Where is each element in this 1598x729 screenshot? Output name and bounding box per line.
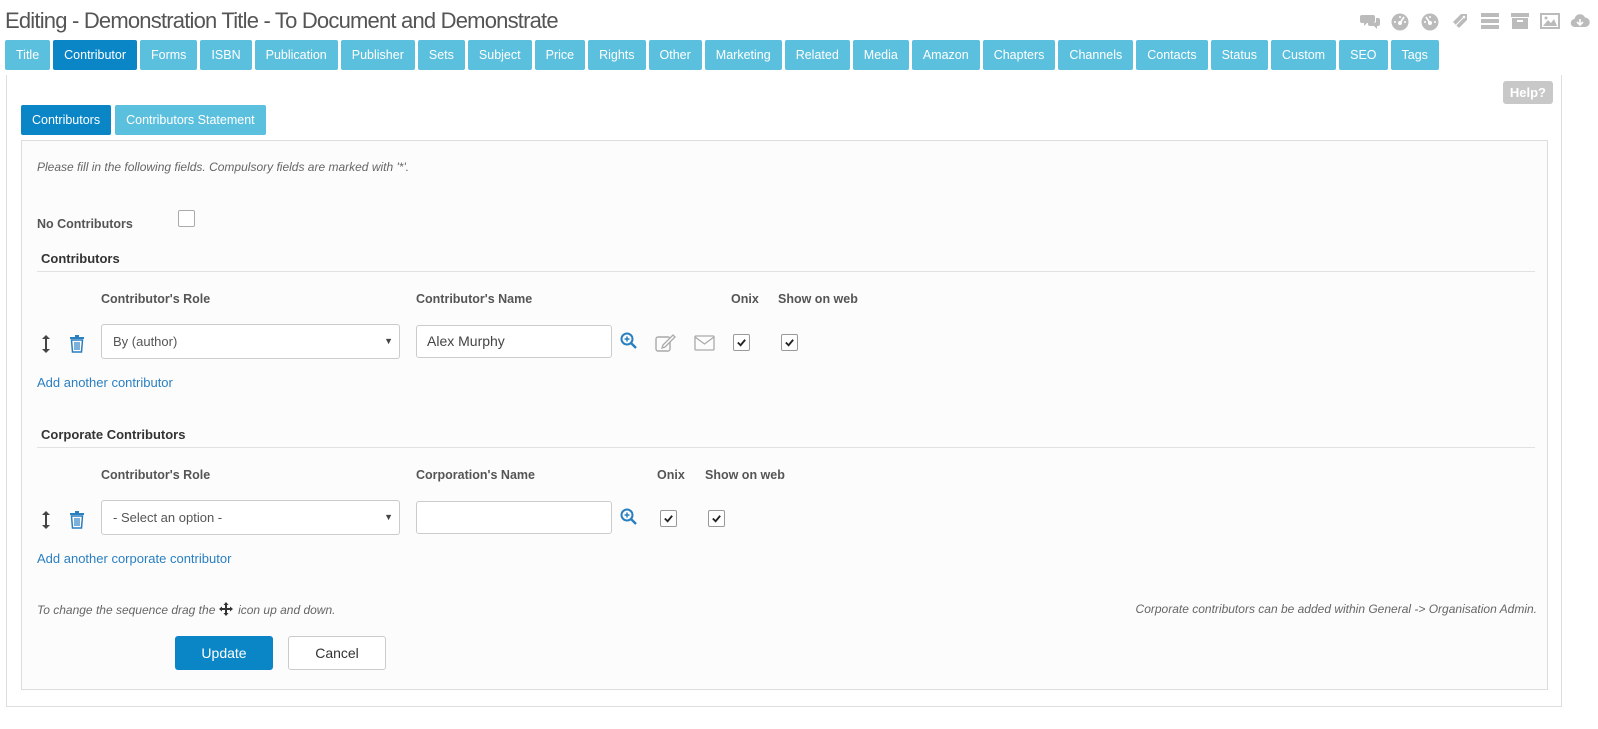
corporate-admin-note: Corporate contributors can be added with… bbox=[1135, 602, 1537, 616]
chevron-down-icon: ▼ bbox=[384, 336, 393, 346]
page-title: Editing - Demonstration Title - To Docum… bbox=[5, 8, 559, 33]
drag-sequence-note-b: icon up and down. bbox=[238, 603, 336, 617]
tab-chapters[interactable]: Chapters bbox=[982, 40, 1056, 70]
tab-forms[interactable]: Forms bbox=[140, 40, 198, 70]
list-icon[interactable] bbox=[1480, 11, 1500, 31]
add-contributor-link[interactable]: Add another contributor bbox=[37, 375, 173, 390]
contributors-section-title: Contributors bbox=[41, 251, 120, 266]
lookup-search-icon[interactable] bbox=[619, 331, 637, 349]
tab-channels[interactable]: Channels bbox=[1058, 40, 1134, 70]
cancel-button[interactable]: Cancel bbox=[288, 636, 386, 670]
contributors-panel: Please fill in the following fields. Com… bbox=[21, 140, 1548, 690]
tab-publisher[interactable]: Publisher bbox=[340, 40, 415, 70]
tab-media[interactable]: Media bbox=[852, 40, 909, 70]
drag-sequence-note-a: To change the sequence drag the bbox=[37, 603, 216, 617]
contributor-role-header: Contributor's Role bbox=[101, 292, 211, 306]
dashboard-icon[interactable] bbox=[1390, 11, 1410, 31]
tab-custom[interactable]: Custom bbox=[1271, 40, 1337, 70]
corporate-role-value: - Select an option - bbox=[113, 510, 223, 525]
form-intro-note: Please fill in the following fields. Com… bbox=[37, 160, 410, 174]
chevron-down-icon: ▼ bbox=[384, 512, 393, 522]
corporate-show-web-checkbox[interactable] bbox=[708, 510, 725, 527]
main-tabs: Title Contributor Forms ISBN Publication… bbox=[5, 40, 1439, 70]
corporate-onix-checkbox[interactable] bbox=[660, 510, 677, 527]
add-corporate-contributor-link[interactable]: Add another corporate contributor bbox=[37, 551, 231, 566]
tab-sets[interactable]: Sets bbox=[417, 40, 465, 70]
tab-seo[interactable]: SEO bbox=[1339, 40, 1388, 70]
corporate-role-select[interactable]: - Select an option - ▼ bbox=[101, 500, 400, 535]
sub-tabs: Contributors Contributors Statement bbox=[21, 105, 266, 135]
tab-title[interactable]: Title bbox=[5, 40, 51, 70]
subtab-contributors-statement[interactable]: Contributors Statement bbox=[115, 105, 266, 135]
tab-subject[interactable]: Subject bbox=[467, 40, 532, 70]
tab-content: Help? Contributors Contributors Statemen… bbox=[6, 75, 1562, 707]
contributor-name-field[interactable]: Alex Murphy bbox=[416, 325, 612, 358]
corporate-show-web-header: Show on web bbox=[705, 468, 785, 482]
contributor-role-value: By (author) bbox=[113, 334, 178, 349]
corporate-name-header: Corporation's Name bbox=[416, 468, 535, 482]
tab-other[interactable]: Other bbox=[648, 40, 702, 70]
image-icon[interactable] bbox=[1540, 11, 1560, 31]
contributor-show-web-header: Show on web bbox=[778, 292, 858, 306]
move-icon bbox=[218, 602, 235, 616]
corporate-role-header: Contributor's Role bbox=[101, 468, 211, 482]
tab-contacts[interactable]: Contacts bbox=[1136, 40, 1208, 70]
contributor-show-web-checkbox[interactable] bbox=[781, 334, 798, 351]
help-button[interactable]: Help? bbox=[1502, 81, 1553, 104]
tag-icon[interactable] bbox=[1450, 11, 1470, 31]
tab-contributor[interactable]: Contributor bbox=[53, 40, 137, 70]
divider bbox=[37, 271, 1535, 272]
drag-sequence-note: To change the sequence drag the icon up … bbox=[37, 602, 335, 617]
contributor-role-select[interactable]: By (author) ▼ bbox=[101, 324, 400, 359]
tab-marketing[interactable]: Marketing bbox=[704, 40, 782, 70]
tab-related[interactable]: Related bbox=[784, 40, 850, 70]
no-contributors-label: No Contributors bbox=[37, 217, 133, 231]
tab-isbn[interactable]: ISBN bbox=[200, 40, 252, 70]
dashboard-alt-icon[interactable] bbox=[1420, 11, 1440, 31]
tab-publication[interactable]: Publication bbox=[254, 40, 338, 70]
cloud-download-icon[interactable] bbox=[1570, 11, 1590, 31]
tab-status[interactable]: Status bbox=[1210, 40, 1269, 70]
drag-handle-icon[interactable] bbox=[40, 333, 52, 355]
contributor-onix-header: Onix bbox=[731, 292, 759, 306]
no-contributors-checkbox[interactable] bbox=[178, 210, 195, 227]
trash-icon[interactable] bbox=[68, 334, 86, 354]
trash-icon[interactable] bbox=[68, 510, 86, 530]
top-toolbar bbox=[1360, 11, 1590, 31]
corporate-onix-header: Onix bbox=[657, 468, 685, 482]
corporation-name-field[interactable] bbox=[416, 501, 612, 534]
tab-amazon[interactable]: Amazon bbox=[911, 40, 980, 70]
subtab-contributors[interactable]: Contributors bbox=[21, 105, 112, 135]
archive-icon[interactable] bbox=[1510, 11, 1530, 31]
divider bbox=[37, 447, 1535, 448]
envelope-icon[interactable] bbox=[693, 334, 715, 352]
drag-handle-icon[interactable] bbox=[40, 509, 52, 531]
update-button[interactable]: Update bbox=[175, 636, 273, 670]
corporate-section-title: Corporate Contributors bbox=[41, 427, 186, 442]
comments-icon[interactable] bbox=[1360, 11, 1380, 31]
contributor-onix-checkbox[interactable] bbox=[733, 334, 750, 351]
contributor-name-header: Contributor's Name bbox=[416, 292, 533, 306]
edit-icon[interactable] bbox=[654, 332, 676, 352]
tab-tags[interactable]: Tags bbox=[1390, 40, 1439, 70]
tab-rights[interactable]: Rights bbox=[588, 40, 646, 70]
lookup-search-icon[interactable] bbox=[619, 507, 637, 525]
tab-price[interactable]: Price bbox=[534, 40, 586, 70]
